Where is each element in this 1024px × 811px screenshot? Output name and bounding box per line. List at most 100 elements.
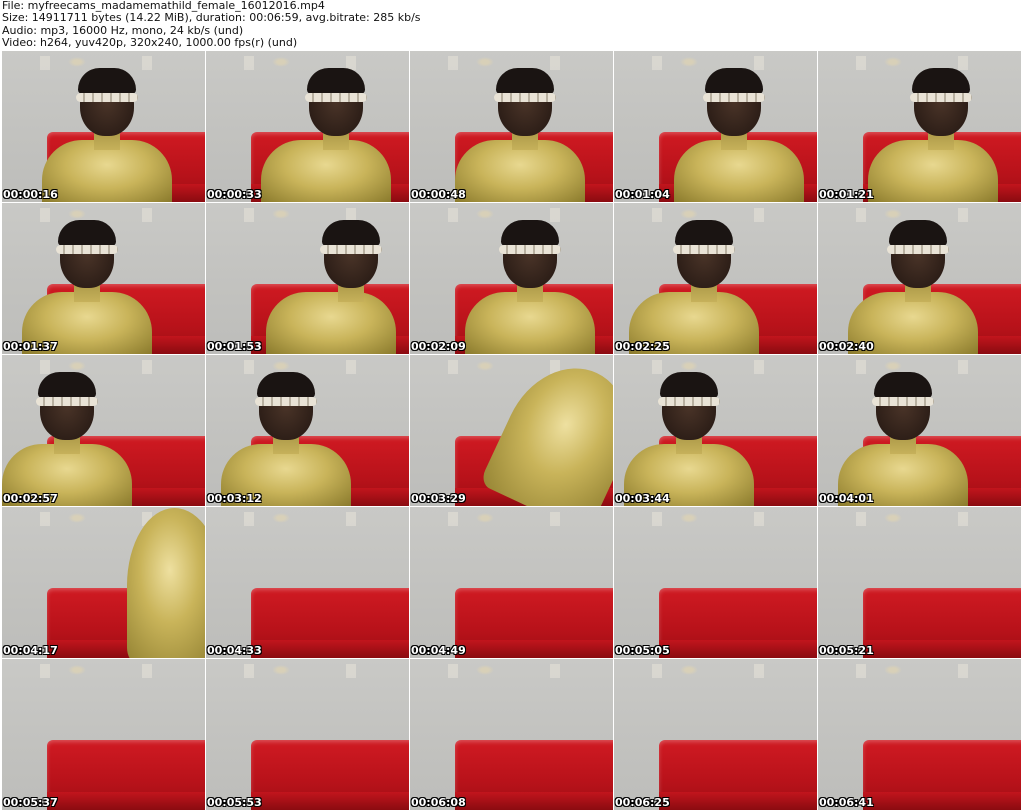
- thumbnail-timestamp: 00:03:29: [411, 492, 466, 505]
- gold-painted-person: [838, 372, 968, 506]
- thumbnail-timestamp: 00:02:57: [3, 492, 58, 505]
- wall-ornament: [856, 208, 866, 222]
- hair: [912, 68, 970, 94]
- wall-fleur: [884, 209, 902, 219]
- wall-ornament: [652, 56, 662, 70]
- thumbnail-timestamp: 00:03:44: [615, 492, 670, 505]
- hair: [38, 372, 96, 398]
- wall-ornament: [550, 208, 560, 222]
- hair: [58, 220, 116, 246]
- video-thumbnail: 00:01:21: [818, 51, 1021, 202]
- wall-fleur: [68, 361, 86, 371]
- wall-ornament: [142, 360, 152, 374]
- wall-fleur: [68, 513, 86, 523]
- thumbnail-grid: 00:00:16 00:00:33 00:00:48 00:01:04 00:01:21…: [2, 51, 1022, 811]
- gold-painted-person: [22, 220, 152, 354]
- wall-fleur: [68, 57, 86, 67]
- video-info-line: Video: h264, yuv420p, 320x240, 1000.00 f…: [2, 36, 298, 50]
- thumbnail-timestamp: 00:04:49: [411, 644, 466, 657]
- wall-fleur: [68, 209, 86, 219]
- video-thumbnail: 00:03:29: [410, 355, 613, 506]
- video-thumbnail: 00:03:12: [206, 355, 409, 506]
- band: [56, 245, 118, 254]
- band: [255, 397, 317, 406]
- wall-ornament: [448, 512, 458, 526]
- band: [499, 245, 561, 254]
- band: [673, 245, 735, 254]
- band: [76, 93, 138, 102]
- wall-fleur: [476, 57, 494, 67]
- wall-ornament: [40, 664, 50, 678]
- gold-painted-person: [42, 68, 172, 202]
- red-couch-seat: [659, 792, 817, 810]
- hair: [874, 372, 932, 398]
- wall-fleur: [476, 665, 494, 675]
- band: [703, 93, 765, 102]
- thumbnail-timestamp: 00:04:17: [3, 644, 58, 657]
- wall-ornament: [856, 664, 866, 678]
- hair: [322, 220, 380, 246]
- wall-ornament: [550, 664, 560, 678]
- wall-ornament: [142, 664, 152, 678]
- thumbnail-timestamp: 00:05:21: [819, 644, 874, 657]
- band: [305, 93, 367, 102]
- video-thumbnail: 00:05:21: [818, 507, 1021, 658]
- hair: [501, 220, 559, 246]
- video-thumbnail: 00:04:33: [206, 507, 409, 658]
- video-thumbnail: 00:04:01: [818, 355, 1021, 506]
- wall-ornament: [652, 208, 662, 222]
- hair: [307, 68, 365, 94]
- red-couch-seat: [251, 640, 409, 658]
- wall-ornament: [40, 208, 50, 222]
- body-gold: [266, 292, 396, 354]
- video-thumbnail: 00:04:49: [410, 507, 613, 658]
- wall-ornament: [346, 664, 356, 678]
- video-thumbnail: 00:00:48: [410, 51, 613, 202]
- video-thumbnail: 00:05:05: [614, 507, 817, 658]
- red-couch-seat: [863, 640, 1021, 658]
- band: [36, 397, 98, 406]
- wall-fleur: [680, 665, 698, 675]
- thumbnail-timestamp: 00:06:41: [819, 796, 874, 809]
- wall-fleur: [884, 513, 902, 523]
- wall-ornament: [958, 360, 968, 374]
- wall-ornament: [448, 56, 458, 70]
- wall-fleur: [272, 361, 290, 371]
- wall-ornament: [244, 208, 254, 222]
- video-thumbnail: 00:06:25: [614, 659, 817, 810]
- thumbnail-timestamp: 00:04:01: [819, 492, 874, 505]
- hair: [660, 372, 718, 398]
- band: [494, 93, 556, 102]
- wall-ornament: [856, 512, 866, 526]
- video-thumbnail: 00:04:17: [2, 507, 205, 658]
- gold-painted-person: [465, 220, 595, 354]
- wall-ornament: [244, 56, 254, 70]
- thumbnail-timestamp: 00:02:25: [615, 340, 670, 353]
- file-size-line: Size: 14911711 bytes (14.22 MiB), durati…: [2, 11, 421, 25]
- thumbnail-timestamp: 00:03:12: [207, 492, 262, 505]
- thumbnail-timestamp: 00:02:40: [819, 340, 874, 353]
- video-thumbnail: 00:06:08: [410, 659, 613, 810]
- wall-ornament: [652, 664, 662, 678]
- video-thumbnail: 00:01:37: [2, 203, 205, 354]
- gold-painted-person: [455, 68, 585, 202]
- wall-fleur: [272, 665, 290, 675]
- thumbnail-timestamp: 00:04:33: [207, 644, 262, 657]
- wall-ornament: [958, 56, 968, 70]
- thumbnail-timestamp: 00:01:37: [3, 340, 58, 353]
- gold-painted-person: [221, 372, 351, 506]
- wall-ornament: [754, 664, 764, 678]
- wall-fleur: [476, 209, 494, 219]
- gold-body-closeup: [127, 508, 205, 658]
- wall-ornament: [346, 512, 356, 526]
- wall-fleur: [884, 57, 902, 67]
- wall-ornament: [142, 56, 152, 70]
- wall-fleur: [476, 513, 494, 523]
- wall-ornament: [448, 664, 458, 678]
- wall-ornament: [958, 208, 968, 222]
- hair: [705, 68, 763, 94]
- wall-ornament: [652, 360, 662, 374]
- thumbnail-timestamp: 00:01:04: [615, 188, 670, 201]
- wall-ornament: [958, 664, 968, 678]
- red-couch-seat: [863, 792, 1021, 810]
